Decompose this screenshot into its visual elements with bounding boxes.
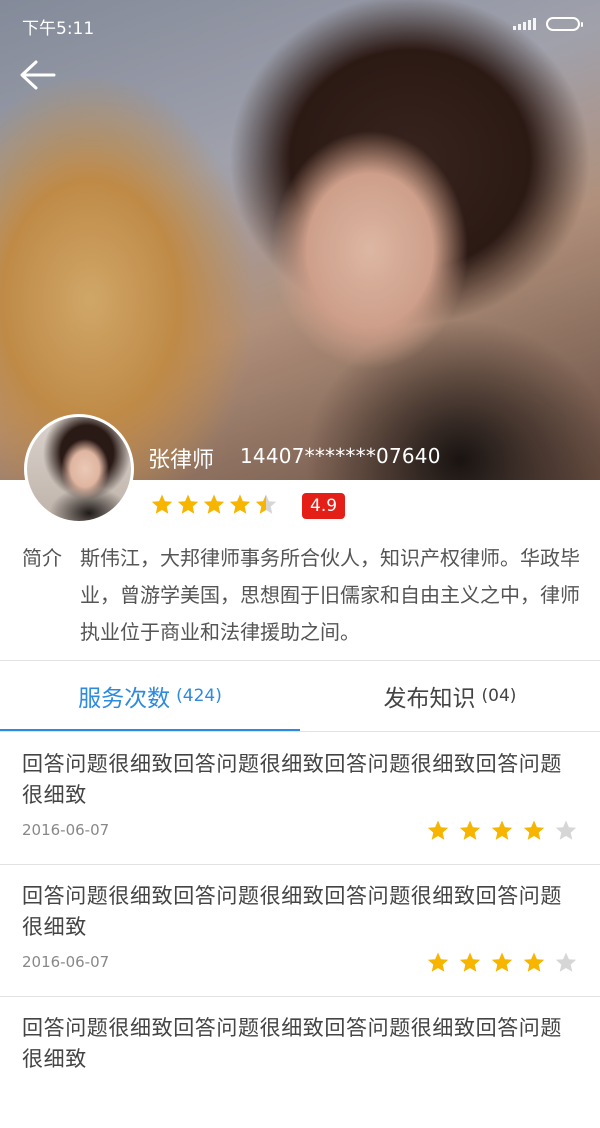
star-icon xyxy=(459,820,481,840)
lawyer-phone: 14407*******07640 xyxy=(240,444,441,468)
list-item[interactable]: 回答问题很细致回答问题很细致回答问题很细致回答问题很细致 2016-06-07 xyxy=(0,733,600,865)
star-icon xyxy=(555,820,577,840)
intro-label: 简介 xyxy=(22,546,62,570)
star-icon xyxy=(491,952,513,972)
list-item[interactable]: 回答问题很细致回答问题很细致回答问题很细致回答问题很细致 xyxy=(0,997,600,1128)
review-text: 回答问题很细致回答问题很细致回答问题很细致回答问题很细致 xyxy=(22,884,562,939)
rating-badge: 4.9 xyxy=(302,493,346,519)
intro-text: 斯伟江，大邦律师事务所合伙人，知识产权律师。华政毕业，曾游学美国，思想囿于旧儒家… xyxy=(80,546,580,644)
tab-label: 发布知识 xyxy=(383,686,476,712)
tab-service-count[interactable]: 服务次数 (424) xyxy=(0,661,300,731)
star-icon xyxy=(523,820,545,840)
star-icon xyxy=(427,820,449,840)
star-icon xyxy=(555,952,577,972)
lawyer-name: 张律师 xyxy=(148,448,215,473)
star-icon xyxy=(203,494,225,514)
review-text: 回答问题很细致回答问题很细致回答问题很细致回答问题很细致 xyxy=(22,752,562,807)
review-date: 2016-06-07 xyxy=(22,821,110,839)
review-stars xyxy=(426,951,578,975)
tab-label: 服务次数 xyxy=(78,686,171,712)
star-icon xyxy=(427,952,449,972)
star-icon xyxy=(491,820,513,840)
profile-cover-image xyxy=(0,0,600,480)
review-date: 2016-06-07 xyxy=(22,953,110,971)
star-icon xyxy=(151,494,173,514)
star-icon xyxy=(229,494,251,514)
star-icon xyxy=(523,952,545,972)
star-icon xyxy=(255,494,277,514)
rating-stars xyxy=(150,493,278,517)
tab-count: (04) xyxy=(481,686,517,706)
back-arrow-icon xyxy=(20,60,56,90)
tab-count: (424) xyxy=(176,686,222,706)
star-icon xyxy=(459,952,481,972)
review-text: 回答问题很细致回答问题很细致回答问题很细致回答问题很细致 xyxy=(22,1016,562,1071)
status-bar: 下午5:11 xyxy=(0,0,600,48)
back-button[interactable] xyxy=(14,54,62,96)
avatar xyxy=(24,414,134,524)
review-stars xyxy=(426,819,578,843)
list-item[interactable]: 回答问题很细致回答问题很细致回答问题很细致回答问题很细致 2016-06-07 xyxy=(0,865,600,997)
star-icon xyxy=(177,494,199,514)
tab-published-knowledge[interactable]: 发布知识 (04) xyxy=(300,661,600,731)
lawyer-intro: 简介 斯伟江，大邦律师事务所合伙人，知识产权律师。华政毕业，曾游学美国，思想囿于… xyxy=(22,540,582,651)
divider xyxy=(0,731,600,732)
battery-icon xyxy=(546,17,583,31)
status-time: 下午5:11 xyxy=(22,19,95,39)
signal-icon xyxy=(513,18,536,30)
